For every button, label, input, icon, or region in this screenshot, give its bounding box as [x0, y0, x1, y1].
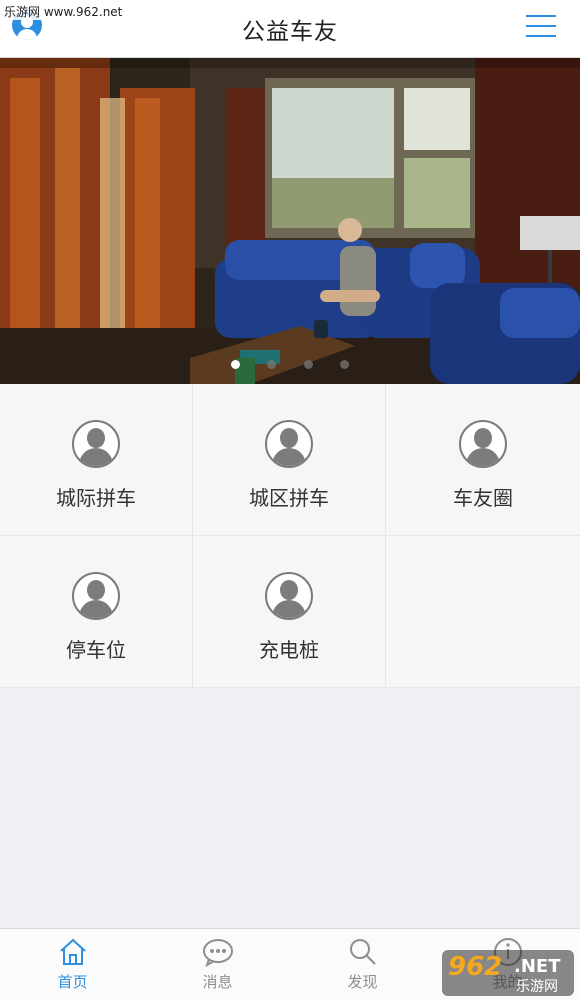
user-placeholder-icon	[72, 420, 120, 468]
carousel-indicator	[0, 354, 580, 373]
carousel-dot[interactable]	[267, 360, 277, 369]
grid-item-label: 城际拼车	[56, 486, 136, 510]
watermark-logo: 962 .NET 乐游网	[442, 950, 574, 996]
grid-item-car-friends-circle[interactable]: 车友圈	[386, 384, 580, 536]
banner-carousel[interactable]	[0, 58, 580, 384]
tab-discover[interactable]: 发现	[290, 929, 435, 1000]
tab-label: 首页	[57, 973, 88, 991]
user-placeholder-icon	[459, 420, 507, 468]
watermark-number: 962	[448, 952, 503, 982]
user-placeholder-icon	[265, 420, 313, 468]
menu-icon[interactable]	[526, 15, 556, 39]
grid-item-urban-carpool[interactable]: 城区拼车	[193, 384, 386, 536]
grid-item-label: 城区拼车	[249, 486, 329, 510]
grid-item-parking-space[interactable]: 停车位	[0, 536, 193, 688]
tab-label: 发现	[347, 973, 378, 991]
carousel-dot[interactable]	[231, 360, 241, 369]
feature-grid: 城际拼车 城区拼车 车友圈 停车位 充电桩	[0, 384, 580, 690]
tab-label: 消息	[202, 973, 233, 991]
grid-item-intercity-carpool[interactable]: 城际拼车	[0, 384, 193, 536]
chat-bubble-icon	[202, 939, 233, 967]
carousel-dot[interactable]	[303, 360, 313, 369]
grid-item-label: 充电桩	[259, 638, 319, 662]
tab-home[interactable]: 首页	[0, 929, 145, 1000]
app-screen: 公益车友 乐游网 www.962.net 城际拼车 城区拼车 车友圈 停车位 充…	[0, 0, 580, 1000]
watermark-cn: 乐游网	[516, 979, 558, 995]
tab-messages[interactable]: 消息	[145, 929, 290, 1000]
grid-item-charging-pile[interactable]: 充电桩	[193, 536, 386, 688]
carousel-dot[interactable]	[339, 360, 349, 369]
user-placeholder-icon	[72, 572, 120, 620]
watermark-suffix: .NET	[514, 956, 561, 977]
grid-item-empty	[386, 536, 580, 688]
user-placeholder-icon	[265, 572, 313, 620]
search-icon	[349, 939, 376, 965]
watermark-text: 乐游网 www.962.net	[2, 4, 125, 20]
home-icon	[59, 938, 86, 965]
grid-item-label: 车友圈	[453, 486, 513, 510]
grid-item-label: 停车位	[66, 638, 126, 662]
banner-image	[0, 58, 580, 384]
